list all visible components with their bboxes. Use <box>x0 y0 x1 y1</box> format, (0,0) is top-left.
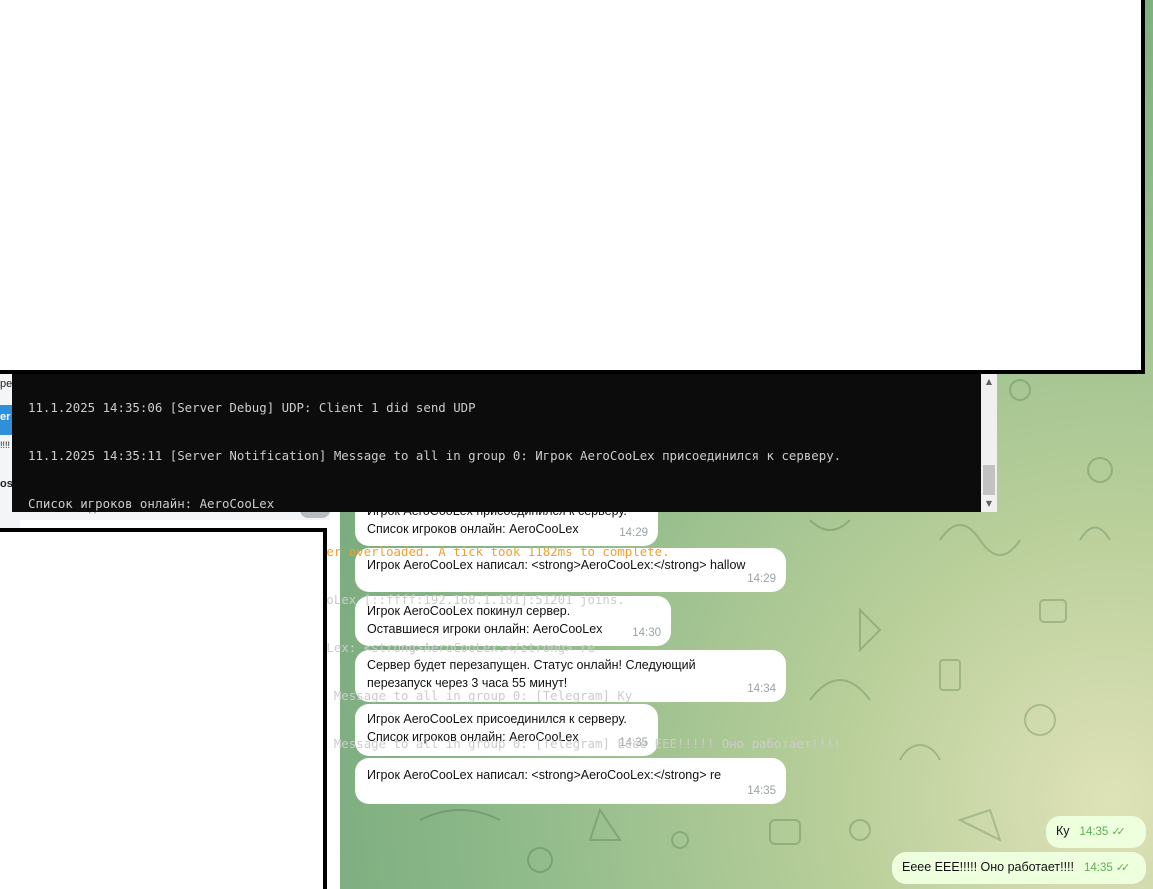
blank-overlay-top <box>0 0 1145 374</box>
console-line: 11.1.2025 14:35:06 [Server Debug] UDP: C… <box>28 400 476 415</box>
message-text: Ку <box>1056 824 1070 838</box>
outgoing-message-bubble[interactable]: Ку 14:35 ✓✓ <box>1046 816 1146 848</box>
scrollbar-thumb[interactable] <box>983 465 995 495</box>
read-checkmarks-icon: ✓✓ <box>1115 862 1131 874</box>
outgoing-message-bubble[interactable]: Eeee EEE!!!!! Оно работает!!!! 14:35 ✓✓ <box>892 852 1146 884</box>
console-scrollbar[interactable]: ▲ ▼ <box>981 374 997 512</box>
server-console-window[interactable]: 11.1.2025 14:35:06 [Server Debug] UDP: C… <box>12 360 997 751</box>
blank-overlay-left <box>0 528 327 889</box>
message-time: 14:35 <box>1084 862 1113 874</box>
read-checkmarks-icon: ✓✓ <box>1111 826 1126 838</box>
console-line: Список игроков онлайн: AeroCooLex <box>28 496 275 511</box>
text-fragment: !!!! <box>0 440 11 450</box>
scroll-up-arrow-icon[interactable]: ▲ <box>981 374 997 390</box>
message-time: 14:35 <box>1079 826 1109 838</box>
scroll-down-arrow-icon[interactable]: ▼ <box>981 496 997 512</box>
message-time: 14:35 <box>747 785 776 797</box>
console-line: 11.1.2025 14:35:11 [Server Notification]… <box>28 448 842 463</box>
message-text: Eeee EEE!!!!! Оно работает!!!! <box>902 860 1074 874</box>
